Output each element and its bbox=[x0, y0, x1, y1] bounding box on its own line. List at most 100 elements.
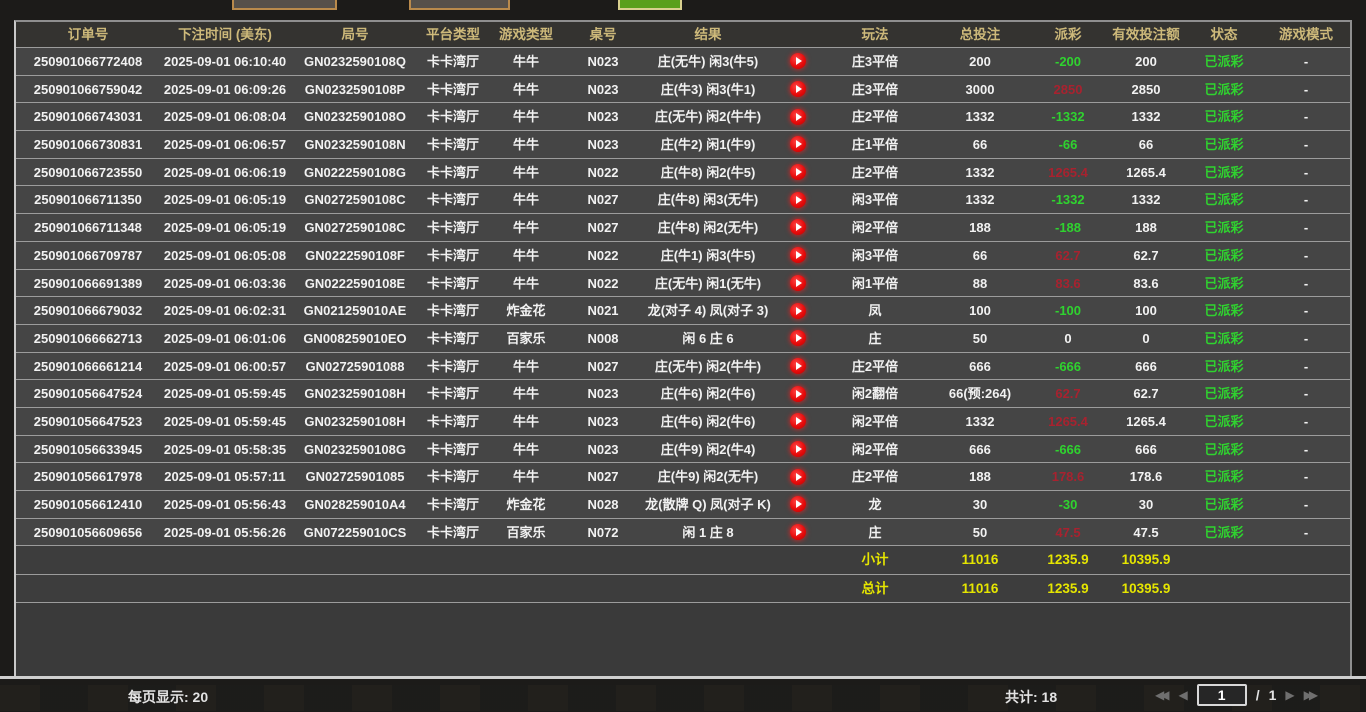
cell-mode: - bbox=[1262, 103, 1350, 130]
table-header-row: 订单号 下注时间 (美东) 局号 平台类型 游戏类型 桌号 结果 玩法 总投注 … bbox=[16, 22, 1350, 48]
cell-game: 牛牛 bbox=[486, 131, 566, 158]
replay-play-icon[interactable] bbox=[776, 103, 820, 130]
replay-play-icon[interactable] bbox=[776, 159, 820, 186]
cell-play: 庄 bbox=[820, 519, 930, 546]
col-header-order: 订单号 bbox=[16, 22, 160, 47]
cell-total_bet: 1332 bbox=[930, 159, 1030, 186]
cell-mode: - bbox=[1262, 159, 1350, 186]
cell-order: 250901056609656 bbox=[16, 519, 160, 546]
cell-status: 已派彩 bbox=[1186, 186, 1262, 213]
cell-status: 已派彩 bbox=[1186, 408, 1262, 435]
col-header-payout: 派彩 bbox=[1030, 22, 1106, 47]
cell-valid_bet: 1332 bbox=[1106, 103, 1186, 130]
cell-result: 庄(无牛) 闲1(无牛) bbox=[640, 270, 776, 297]
table-row: 2509010667308312025-09-01 06:06:57GN0232… bbox=[16, 131, 1350, 159]
cell-total_bet: 30 bbox=[930, 491, 1030, 518]
replay-play-icon[interactable] bbox=[776, 131, 820, 158]
cell-order: 250901066711348 bbox=[16, 214, 160, 241]
cell-platform: 卡卡湾厅 bbox=[420, 131, 486, 158]
page-number-input[interactable] bbox=[1197, 684, 1247, 706]
cell-play: 庄3平倍 bbox=[820, 76, 930, 103]
cell-platform: 卡卡湾厅 bbox=[420, 325, 486, 352]
pagination-bar: 每页显示: 20 共计: 18 ◀◀ ◀ / 1 ▶ ▶▶ bbox=[0, 676, 1366, 712]
cell-status: 已派彩 bbox=[1186, 436, 1262, 463]
cell-platform: 卡卡湾厅 bbox=[420, 353, 486, 380]
cell-play: 庄 bbox=[820, 325, 930, 352]
replay-play-icon[interactable] bbox=[776, 242, 820, 269]
cell-total_bet: 1332 bbox=[930, 408, 1030, 435]
replay-play-icon[interactable] bbox=[776, 270, 820, 297]
replay-play-icon[interactable] bbox=[776, 297, 820, 324]
replay-play-icon[interactable] bbox=[776, 76, 820, 103]
cell-payout: -666 bbox=[1030, 436, 1106, 463]
replay-play-icon[interactable] bbox=[776, 353, 820, 380]
cell-result: 龙(散牌 Q) 凤(对子 K) bbox=[640, 491, 776, 518]
replay-play-icon[interactable] bbox=[776, 436, 820, 463]
replay-play-icon[interactable] bbox=[776, 48, 820, 75]
replay-play-icon[interactable] bbox=[776, 380, 820, 407]
replay-play-icon[interactable] bbox=[776, 519, 820, 546]
col-header-valid-bet: 有效投注额 bbox=[1106, 22, 1186, 47]
cell-game: 炸金花 bbox=[486, 297, 566, 324]
table-row: 2509010667724082025-09-01 06:10:40GN0232… bbox=[16, 48, 1350, 76]
cell-game: 牛牛 bbox=[486, 48, 566, 75]
cell-total_bet: 200 bbox=[930, 48, 1030, 75]
next-page-icon[interactable]: ▶ bbox=[1285, 688, 1294, 702]
cell-table_no: N027 bbox=[566, 214, 640, 241]
last-page-icon[interactable]: ▶▶ bbox=[1304, 688, 1318, 702]
cell-table_no: N022 bbox=[566, 242, 640, 269]
cell-play: 凤 bbox=[820, 297, 930, 324]
table-row: 2509010667113482025-09-01 06:05:19GN0272… bbox=[16, 214, 1350, 242]
cell-payout: 1265.4 bbox=[1030, 159, 1106, 186]
cell-total_bet: 1332 bbox=[930, 186, 1030, 213]
cell-valid_bet: 2850 bbox=[1106, 76, 1186, 103]
cell-round: GN0232590108P bbox=[290, 76, 420, 103]
replay-play-icon[interactable] bbox=[776, 408, 820, 435]
cell-mode: - bbox=[1262, 297, 1350, 324]
replay-play-icon[interactable] bbox=[776, 214, 820, 241]
cell-table_no: N072 bbox=[566, 519, 640, 546]
cell-payout: 83.6 bbox=[1030, 270, 1106, 297]
cell-time: 2025-09-01 06:06:57 bbox=[160, 131, 290, 158]
cell-time: 2025-09-01 05:59:45 bbox=[160, 408, 290, 435]
tab-stub-1[interactable] bbox=[232, 0, 337, 10]
cell-valid_bet: 0 bbox=[1106, 325, 1186, 352]
cell-play: 闲1平倍 bbox=[820, 270, 930, 297]
cell-round: GN0272590108C bbox=[290, 186, 420, 213]
cell-valid_bet: 100 bbox=[1106, 297, 1186, 324]
cell-payout: -1332 bbox=[1030, 103, 1106, 130]
cell-total_bet: 188 bbox=[930, 214, 1030, 241]
prev-page-icon[interactable]: ◀ bbox=[1178, 688, 1187, 702]
cell-total_bet: 666 bbox=[930, 436, 1030, 463]
tab-stub-2[interactable] bbox=[409, 0, 510, 10]
cell-play: 龙 bbox=[820, 491, 930, 518]
table-row: 2509010666612142025-09-01 06:00:57GN0272… bbox=[16, 353, 1350, 381]
cell-status: 已派彩 bbox=[1186, 159, 1262, 186]
cell-total_bet: 666 bbox=[930, 353, 1030, 380]
cell-time: 2025-09-01 06:05:19 bbox=[160, 186, 290, 213]
cell-total_bet: 3000 bbox=[930, 76, 1030, 103]
cell-payout: 62.7 bbox=[1030, 380, 1106, 407]
cell-valid_bet: 188 bbox=[1106, 214, 1186, 241]
subtotal-row: 小计 11016 1235.9 10395.9 bbox=[16, 546, 1350, 574]
replay-play-icon[interactable] bbox=[776, 463, 820, 490]
subtotal-valid-bet: 10395.9 bbox=[1106, 546, 1186, 574]
tab-stub-active[interactable] bbox=[618, 0, 682, 10]
first-page-icon[interactable]: ◀◀ bbox=[1155, 688, 1169, 702]
cell-time: 2025-09-01 05:59:45 bbox=[160, 380, 290, 407]
cell-valid_bet: 1332 bbox=[1106, 186, 1186, 213]
cell-order: 250901066711350 bbox=[16, 186, 160, 213]
cell-platform: 卡卡湾厅 bbox=[420, 408, 486, 435]
replay-play-icon[interactable] bbox=[776, 325, 820, 352]
cell-play: 闲2翻倍 bbox=[820, 380, 930, 407]
table-row: 2509010667097872025-09-01 06:05:08GN0222… bbox=[16, 242, 1350, 270]
total-total-bet: 11016 bbox=[930, 575, 1030, 603]
cell-status: 已派彩 bbox=[1186, 297, 1262, 324]
cell-game: 牛牛 bbox=[486, 186, 566, 213]
cell-payout: -100 bbox=[1030, 297, 1106, 324]
cell-round: GN0232590108H bbox=[290, 380, 420, 407]
replay-play-icon[interactable] bbox=[776, 491, 820, 518]
replay-play-icon[interactable] bbox=[776, 186, 820, 213]
subtotal-total-bet: 11016 bbox=[930, 546, 1030, 574]
cell-status: 已派彩 bbox=[1186, 491, 1262, 518]
